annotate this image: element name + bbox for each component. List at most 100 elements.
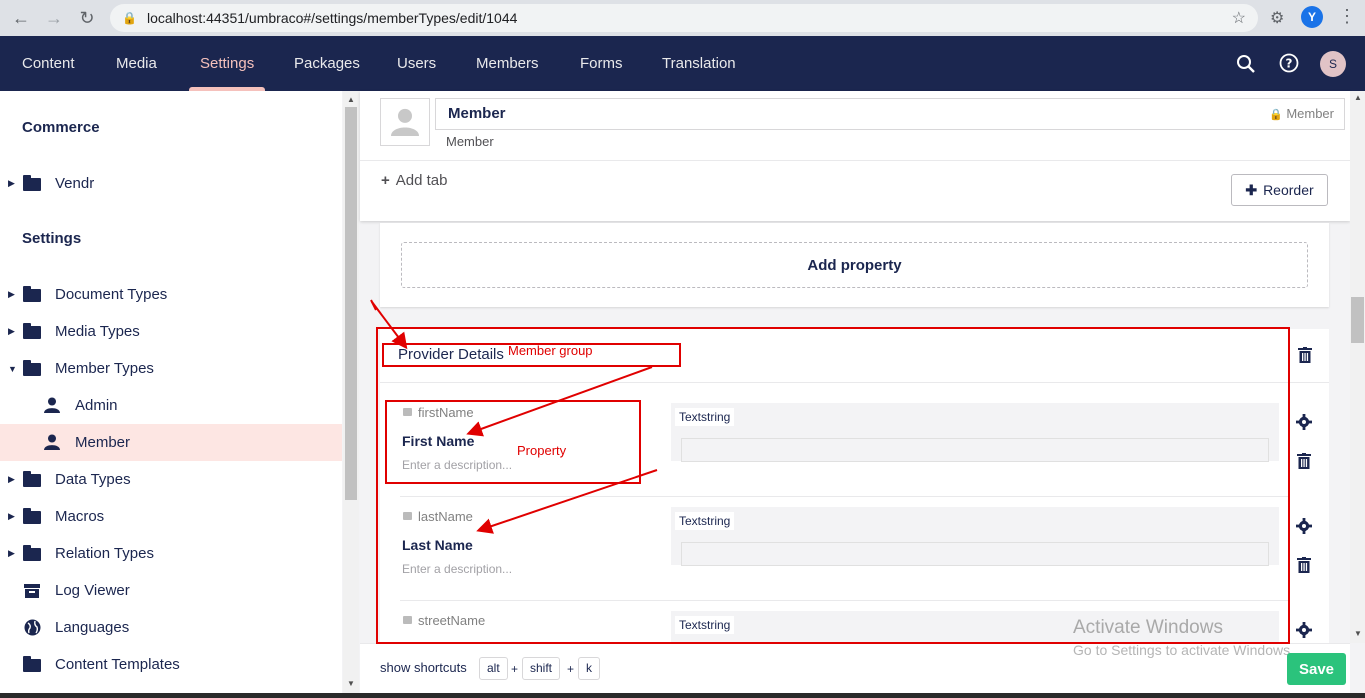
section-packages[interactable]: Packages: [294, 36, 360, 91]
section-users[interactable]: Users: [397, 36, 436, 91]
url-text: localhost:44351/umbraco#/settings/member…: [146, 10, 518, 26]
sidebar-item-log-viewer[interactable]: Log Viewer: [0, 572, 342, 609]
member-type-icon-picker[interactable]: [380, 98, 430, 146]
name-input[interactable]: Member 🔒 Member: [435, 98, 1345, 130]
section-media[interactable]: Media: [116, 36, 157, 91]
sidebar-item-label: Macros: [55, 508, 105, 525]
gear-icon[interactable]: [1296, 518, 1312, 534]
sidebar-item-macros[interactable]: ▶ Macros: [0, 498, 342, 535]
app-header: Content Media Settings Packages Users Me…: [0, 36, 1365, 91]
caret-right-icon[interactable]: ▶: [8, 289, 15, 300]
scrollbar-thumb[interactable]: [1351, 297, 1364, 343]
sidebar-scrollbar[interactable]: ▲ ▼: [343, 91, 359, 698]
description-text: Member: [446, 134, 494, 149]
sidebar-item-label: Data Types: [55, 471, 131, 488]
section-translation[interactable]: Translation: [662, 36, 736, 91]
sidebar-item-member-types[interactable]: ▼ Member Types: [0, 350, 342, 387]
archive-icon: [24, 584, 40, 598]
trash-icon[interactable]: [1297, 557, 1311, 573]
section-content[interactable]: Content: [22, 36, 75, 91]
folder-icon: [23, 471, 41, 487]
add-tab-label: Add tab: [395, 172, 448, 189]
scroll-down-icon[interactable]: ▼: [1354, 629, 1362, 638]
back-arrow-icon[interactable]: ←: [6, 3, 36, 33]
sidebar-item-document-types[interactable]: ▶ Document Types: [0, 276, 342, 313]
move-icon: ✚: [1245, 181, 1258, 198]
annotation-property: Property: [517, 443, 567, 458]
svg-text:?: ?: [1286, 57, 1293, 71]
folder-icon: [23, 545, 41, 561]
sidebar-item-relation-types[interactable]: ▶ Relation Types: [0, 535, 342, 572]
sidebar-item-member[interactable]: Member: [0, 424, 342, 461]
windows-watermark-subtitle: Go to Settings to activate Windows.: [1073, 642, 1294, 658]
plus-separator: +: [567, 662, 575, 676]
browser-profile-avatar[interactable]: Y: [1301, 6, 1323, 28]
trash-icon[interactable]: [1297, 453, 1311, 469]
address-bar[interactable]: 🔒 localhost:44351/umbraco#/settings/memb…: [110, 4, 1258, 32]
scroll-down-icon[interactable]: ▼: [347, 679, 355, 688]
sidebar-item-data-types[interactable]: ▶ Data Types: [0, 461, 342, 498]
caret-down-icon[interactable]: ▼: [8, 364, 17, 374]
help-icon[interactable]: ?: [1279, 53, 1299, 73]
caret-right-icon[interactable]: ▶: [8, 178, 15, 189]
section-settings[interactable]: Settings: [188, 36, 266, 91]
browser-toolbar: ← → ↻ 🔒 localhost:44351/umbraco#/setting…: [0, 0, 1365, 36]
forward-arrow-icon[interactable]: →: [39, 3, 69, 33]
bookmark-star-icon[interactable]: ☆: [1232, 8, 1246, 28]
folder-icon: [23, 656, 41, 672]
divider: [360, 160, 1350, 161]
sidebar-item-admin[interactable]: Admin: [0, 387, 342, 424]
lock-icon: 🔒: [1268, 109, 1283, 121]
folder-icon: [23, 323, 41, 339]
scroll-up-icon[interactable]: ▲: [1354, 93, 1362, 102]
user-icon: [44, 397, 60, 413]
sidebar-tree: Commerce ▶ Vendr Settings ▶ Document Typ…: [0, 91, 342, 698]
taskbar: [0, 693, 1365, 698]
sidebar-item-label: Vendr: [55, 175, 95, 192]
globe-icon: [24, 619, 41, 636]
sidebar-item-label: Relation Types: [55, 545, 154, 562]
alias-value: Member: [1286, 106, 1334, 121]
reorder-button[interactable]: ✚ Reorder: [1231, 174, 1328, 206]
browser-menu-icon[interactable]: ⋮: [1338, 6, 1356, 27]
main-scrollbar[interactable]: ▲ ▼: [1350, 91, 1365, 643]
sidebar-item-label: Member: [75, 434, 131, 451]
add-tab-button[interactable]: + Add tab: [381, 172, 447, 189]
gear-icon[interactable]: [1296, 414, 1312, 430]
caret-right-icon[interactable]: ▶: [8, 548, 15, 559]
user-avatar[interactable]: S: [1320, 51, 1346, 77]
locked-alias[interactable]: 🔒 Member: [1269, 99, 1334, 130]
section-members[interactable]: Members: [476, 36, 539, 91]
caret-right-icon[interactable]: ▶: [8, 474, 15, 485]
section-forms[interactable]: Forms: [580, 36, 623, 91]
search-icon[interactable]: [1236, 54, 1256, 74]
reload-icon[interactable]: ↻: [72, 3, 102, 33]
scrollbar-thumb[interactable]: [345, 107, 357, 500]
sidebar-item-vendr[interactable]: ▶ Vendr: [0, 165, 342, 202]
lock-icon: 🔒: [122, 11, 137, 25]
sidebar-item-media-types[interactable]: ▶ Media Types: [0, 313, 342, 350]
gear-icon[interactable]: [1296, 622, 1312, 638]
folder-icon: [23, 175, 41, 191]
extensions-icon[interactable]: ⚙: [1270, 8, 1284, 28]
sidebar-item-label: Document Types: [55, 286, 168, 303]
trash-icon[interactable]: [1298, 347, 1312, 363]
shortcut-key-shift: shift: [522, 657, 561, 680]
sidebar-item-label: Log Viewer: [55, 582, 130, 599]
sidebar-item-label: Media Types: [55, 323, 140, 340]
caret-right-icon[interactable]: ▶: [8, 326, 15, 337]
scroll-up-icon[interactable]: ▲: [347, 95, 355, 104]
show-shortcuts-label[interactable]: show shortcuts: [380, 660, 467, 675]
save-button[interactable]: Save: [1287, 653, 1346, 685]
annotation-group-box: [376, 327, 1290, 644]
sidebar-item-languages[interactable]: Languages: [0, 609, 342, 646]
shortcut-key-k: k: [578, 657, 600, 680]
plus-separator: +: [511, 662, 519, 676]
plus-icon: +: [381, 172, 390, 189]
folder-icon: [23, 508, 41, 524]
reorder-label: Reorder: [1263, 182, 1314, 198]
caret-right-icon[interactable]: ▶: [8, 511, 15, 522]
sidebar-item-label: Admin: [75, 397, 118, 414]
add-property-button[interactable]: Add property: [401, 242, 1308, 288]
sidebar-item-content-templates[interactable]: Content Templates: [0, 646, 342, 683]
